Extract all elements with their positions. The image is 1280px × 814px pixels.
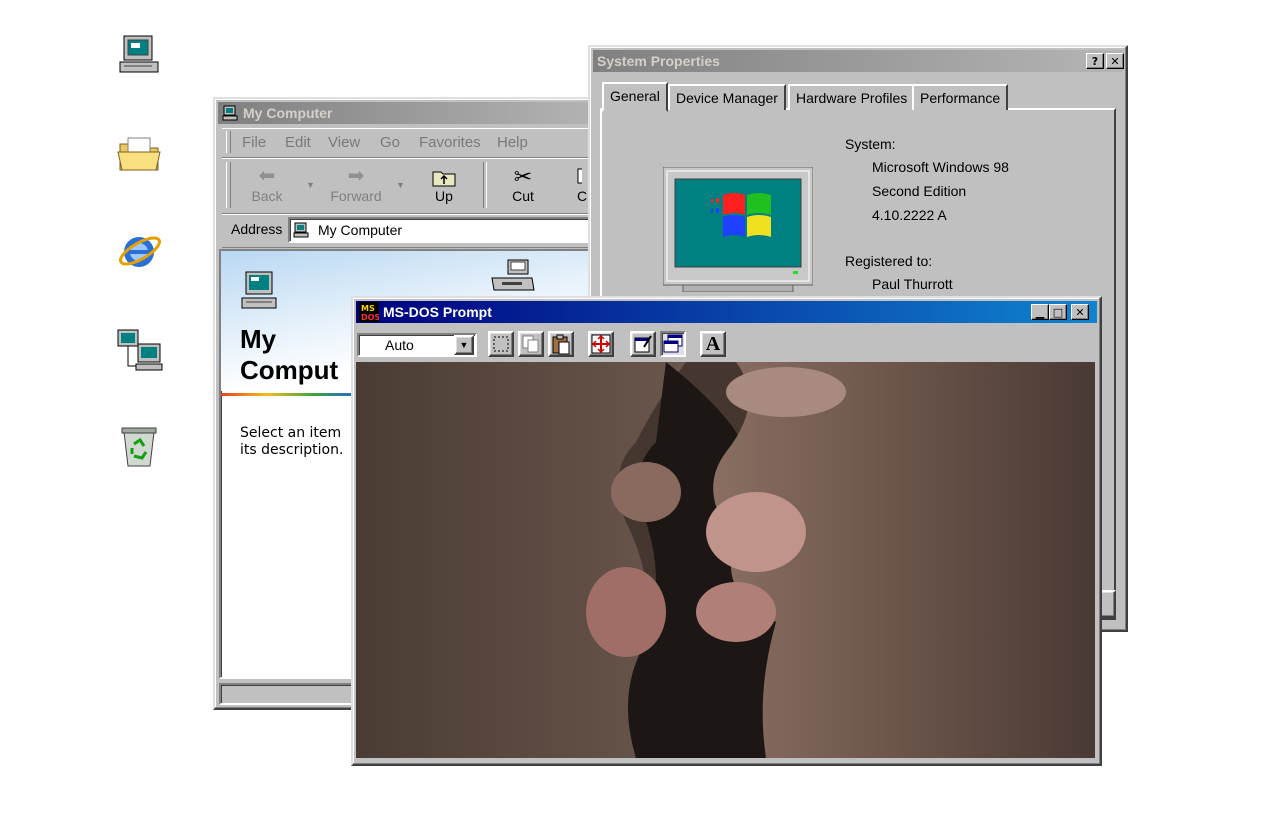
menu-favorites[interactable]: Favorites bbox=[419, 134, 481, 151]
forward-label: Forward bbox=[330, 188, 382, 204]
back-arrow-icon: ⬅ bbox=[258, 165, 276, 187]
font-size-value: Auto bbox=[385, 337, 414, 353]
chevron-down-icon: ▼ bbox=[459, 340, 469, 350]
forward-arrow-icon: ➡ bbox=[347, 165, 365, 187]
tab-performance[interactable]: Performance bbox=[912, 84, 1009, 110]
panel-description: Select an item its description. bbox=[240, 425, 343, 459]
recycle-bin-desktop-icon[interactable] bbox=[114, 422, 166, 474]
back-label: Back bbox=[251, 188, 283, 204]
system-properties-titlebar[interactable]: System Properties bbox=[593, 50, 1123, 72]
tab-device-manager[interactable]: Device Manager bbox=[668, 84, 786, 110]
registered-label: Registered to: bbox=[845, 253, 933, 269]
dos-close-button[interactable]: ✕ bbox=[1071, 304, 1089, 320]
full-screen-button[interactable] bbox=[588, 331, 614, 357]
my-documents-desktop-icon[interactable] bbox=[114, 130, 166, 182]
registered-user: Paul Thurrott bbox=[872, 276, 953, 292]
network-neighborhood-desktop-icon[interactable] bbox=[114, 326, 166, 378]
panel-title-line1: My bbox=[240, 324, 277, 354]
menu-grip bbox=[226, 131, 231, 153]
properties-icon bbox=[634, 335, 652, 353]
properties-button[interactable] bbox=[630, 331, 656, 357]
font-letter-icon: A bbox=[705, 332, 721, 355]
panel-title-line2: Comput bbox=[240, 355, 339, 385]
svg-text:DOS: DOS bbox=[361, 313, 379, 322]
tab-general[interactable]: General bbox=[602, 82, 668, 112]
ms-dos-titlebar[interactable]: MS DOS MS-DOS Prompt bbox=[356, 301, 1097, 323]
large-computer-icon bbox=[240, 270, 280, 314]
copy-icon-dos bbox=[522, 335, 539, 353]
floppy-drive-icon[interactable] bbox=[490, 258, 536, 296]
background-button[interactable] bbox=[660, 331, 686, 357]
window-title: My Computer bbox=[243, 105, 333, 121]
windows-logo-monitor bbox=[662, 166, 814, 293]
menu-help[interactable]: Help bbox=[497, 134, 528, 151]
os-name: Microsoft Windows 98 bbox=[872, 159, 1009, 175]
system-properties-title: System Properties bbox=[597, 53, 720, 69]
help-button[interactable]: ? bbox=[1086, 53, 1104, 69]
menu-file[interactable]: File bbox=[242, 134, 266, 151]
ms-dos-title: MS-DOS Prompt bbox=[383, 304, 492, 320]
description-line1: Select an item bbox=[240, 425, 342, 441]
video-still-image bbox=[356, 362, 1095, 758]
description-line2: its description. bbox=[240, 442, 344, 458]
maximize-button[interactable]: □ bbox=[1049, 304, 1067, 320]
menu-go[interactable]: Go bbox=[380, 134, 400, 151]
back-dropdown-icon[interactable]: ▼ bbox=[306, 180, 315, 190]
scissors-icon: ✂ bbox=[513, 164, 533, 189]
forward-button[interactable]: ➡ Forward bbox=[326, 166, 386, 204]
up-button[interactable]: Up bbox=[422, 166, 466, 204]
address-label: Address bbox=[231, 221, 283, 237]
maximize-icon: □ bbox=[1052, 305, 1064, 319]
cut-button[interactable]: ✂ Cut bbox=[500, 164, 546, 205]
toolbar-grip bbox=[226, 162, 231, 208]
panel-title: My Comput bbox=[240, 324, 338, 386]
font-size-dropdown-button[interactable]: ▼ bbox=[454, 335, 474, 355]
close-icon: ✕ bbox=[1075, 305, 1085, 319]
system-label: System: bbox=[845, 136, 896, 152]
up-folder-icon bbox=[422, 166, 466, 188]
my-computer-desktop-icon[interactable] bbox=[114, 30, 166, 82]
back-button[interactable]: ⬅ Back bbox=[244, 166, 290, 204]
cut-label: Cut bbox=[512, 188, 534, 204]
ms-dos-icon: MS DOS bbox=[359, 302, 380, 322]
dos-video-frame bbox=[356, 362, 1095, 758]
minimize-button[interactable]: ▁ bbox=[1031, 304, 1049, 320]
address-computer-icon bbox=[293, 222, 310, 238]
paste-icon bbox=[552, 334, 570, 355]
mark-button[interactable] bbox=[488, 331, 514, 357]
my-computer-titlebar[interactable]: My Computer bbox=[218, 102, 608, 124]
os-edition: Second Edition bbox=[872, 183, 967, 199]
address-value: My Computer bbox=[318, 222, 403, 238]
copy-button-dos[interactable] bbox=[518, 331, 544, 357]
mark-icon bbox=[493, 336, 509, 352]
internet-explorer-desktop-icon[interactable] bbox=[114, 226, 166, 278]
forward-dropdown-icon[interactable]: ▼ bbox=[396, 180, 405, 190]
menu-view[interactable]: View bbox=[328, 134, 360, 151]
computer-icon bbox=[222, 105, 238, 121]
minimize-icon: ▁ bbox=[1035, 305, 1045, 319]
background-icon bbox=[663, 334, 683, 353]
paste-button[interactable] bbox=[548, 331, 574, 357]
tab-hardware-profiles[interactable]: Hardware Profiles bbox=[788, 84, 916, 110]
banner-color-rule bbox=[221, 393, 361, 396]
menu-edit[interactable]: Edit bbox=[285, 134, 311, 151]
up-label: Up bbox=[435, 188, 453, 204]
menu-bar bbox=[222, 128, 602, 158]
svg-text:MS: MS bbox=[361, 304, 375, 313]
full-screen-icon bbox=[591, 334, 611, 354]
font-button[interactable]: A bbox=[700, 331, 726, 357]
status-bar bbox=[219, 683, 359, 705]
toolbar-separator bbox=[483, 162, 487, 208]
close-button[interactable]: ✕ bbox=[1106, 53, 1124, 69]
os-version: 4.10.2222 A bbox=[872, 207, 947, 223]
